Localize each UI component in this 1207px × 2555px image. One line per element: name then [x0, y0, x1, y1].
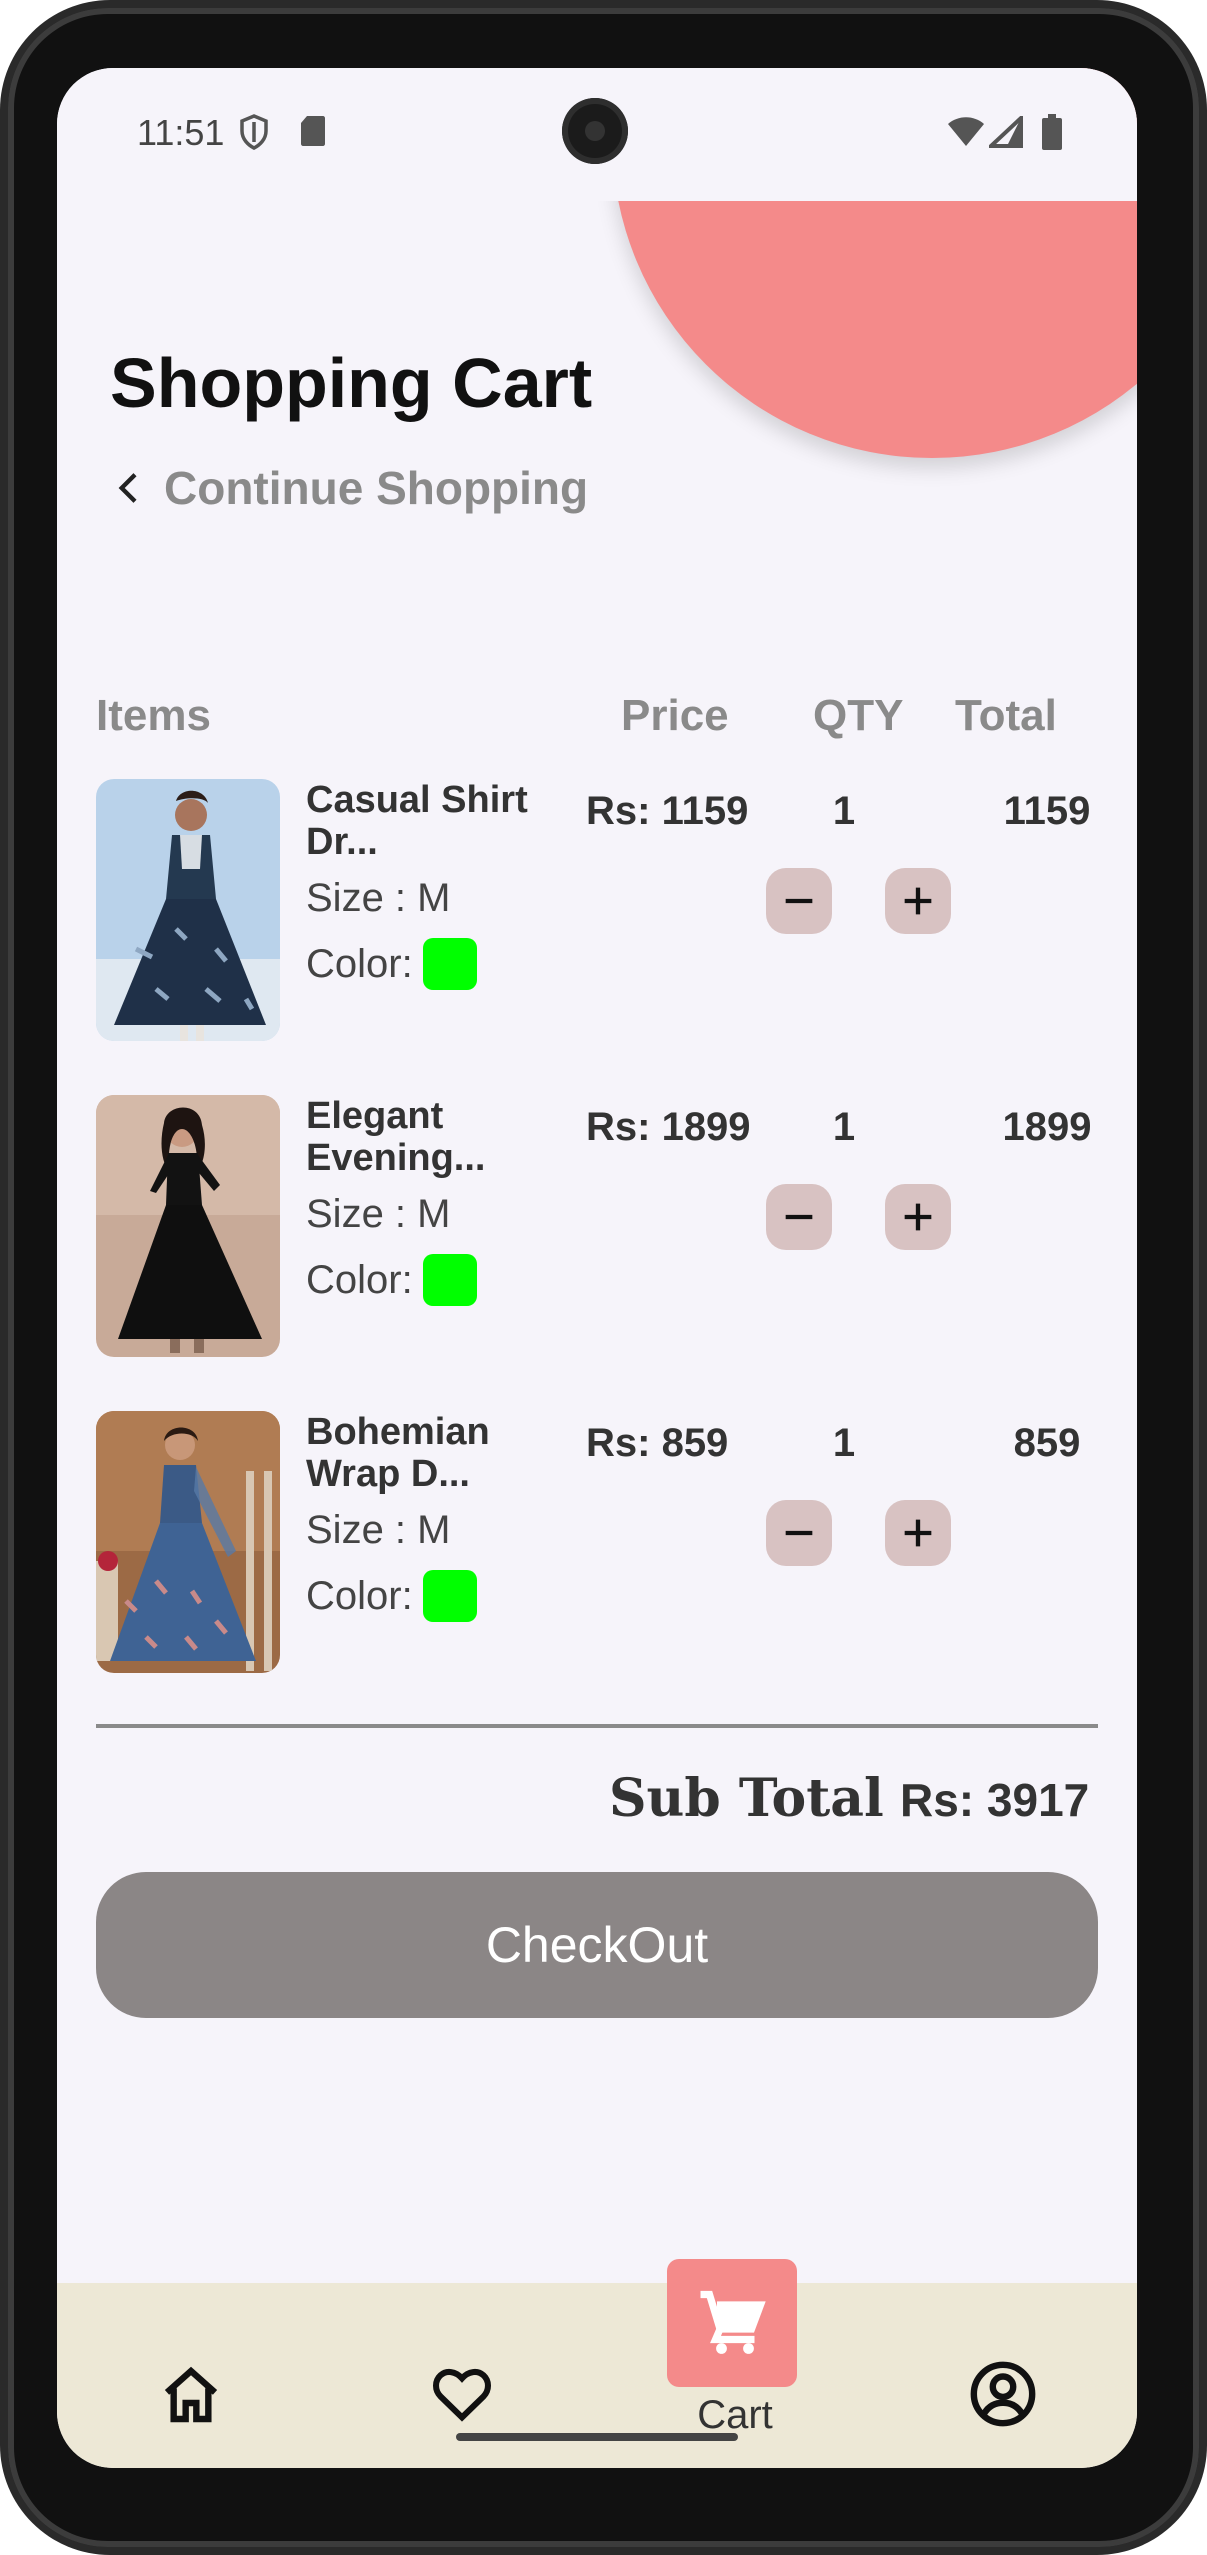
product-color: Color: [306, 938, 477, 990]
product-image[interactable] [96, 779, 280, 1041]
column-header-total: Total [955, 691, 1057, 740]
product-name[interactable]: Bohemian Wrap D... [306, 1411, 566, 1495]
product-total: 1159 [1003, 789, 1091, 833]
minus-icon [785, 1530, 813, 1536]
front-camera [562, 98, 628, 164]
increase-quantity-button[interactable] [885, 1184, 951, 1250]
cart-item: Elegant Evening... Size : M Color: Rs: 1… [96, 1095, 1106, 1357]
increase-quantity-button[interactable] [885, 1500, 951, 1566]
plus-icon [904, 1203, 932, 1231]
column-header-price: Price [621, 691, 729, 740]
product-size: Size : M [306, 1192, 451, 1236]
product-name-line-1: Casual Shirt [306, 779, 528, 821]
color-label: Color: [306, 1257, 413, 1302]
minus-icon [785, 1214, 813, 1220]
status-bar: 11:51 [57, 68, 1137, 198]
column-header-qty: QTY [813, 691, 904, 740]
sd-card-icon [301, 116, 325, 146]
continue-shopping-link[interactable]: Continue Shopping [110, 458, 588, 518]
decrease-quantity-button[interactable] [766, 1500, 832, 1566]
cart-icon [700, 2290, 766, 2354]
product-name-line-2: Evening... [306, 1137, 486, 1179]
product-total: 859 [1013, 1421, 1081, 1465]
plus-icon [904, 887, 932, 915]
minus-icon [785, 898, 813, 904]
product-quantity: 1 [832, 1105, 856, 1149]
product-image[interactable] [96, 1095, 280, 1357]
subtotal-label: Sub Total [609, 1768, 884, 1829]
color-swatch [422, 1570, 477, 1622]
color-swatch [422, 1254, 477, 1306]
product-price: Rs: 859 [586, 1421, 729, 1465]
shield-icon [240, 114, 268, 150]
product-price: Rs: 1899 [586, 1105, 751, 1149]
product-name[interactable]: Elegant Evening... [306, 1095, 566, 1179]
color-label: Color: [306, 941, 413, 986]
home-icon[interactable] [157, 2363, 225, 2427]
page-title: Shopping Cart [110, 344, 593, 422]
gesture-home-bar[interactable] [456, 2433, 738, 2441]
cart-item: Casual Shirt Dr... Size : M Color: Rs: 1… [96, 779, 1106, 1041]
color-swatch [422, 938, 477, 990]
product-total: 1899 [1002, 1105, 1092, 1149]
nav-cart-label: Cart [697, 2393, 773, 2437]
checkout-button[interactable]: CheckOut [96, 1872, 1098, 2018]
continue-shopping-label: Continue Shopping [164, 462, 589, 514]
product-name-line-1: Bohemian [306, 1411, 490, 1453]
product-price: Rs: 1159 [586, 789, 749, 833]
heart-icon[interactable] [426, 2361, 498, 2427]
product-size: Size : M [306, 1508, 451, 1552]
color-label: Color: [306, 1573, 413, 1618]
battery-icon [1042, 114, 1062, 150]
product-name-line-1: Elegant [306, 1095, 444, 1137]
nav-cart-button[interactable] [667, 2259, 797, 2387]
chevron-left-icon [118, 473, 137, 503]
product-quantity: 1 [832, 789, 856, 833]
wifi-icon [948, 117, 984, 146]
plus-icon [904, 1519, 932, 1547]
product-name-line-2: Dr... [306, 821, 378, 863]
phone-frame: 11:51 Shopping Cart Continue Shopping It… [0, 0, 1207, 2555]
product-image[interactable] [96, 1411, 280, 1673]
column-header-items: Items [96, 691, 211, 740]
product-quantity: 1 [832, 1421, 856, 1465]
product-name-line-2: Wrap D... [306, 1453, 470, 1495]
product-color: Color: [306, 1254, 477, 1306]
product-color: Color: [306, 1570, 477, 1622]
increase-quantity-button[interactable] [885, 868, 951, 934]
subtotal-value: Rs: 3917 [900, 1774, 1090, 1826]
divider [96, 1724, 1098, 1728]
signal-icon [989, 116, 1023, 148]
account-icon[interactable] [968, 2359, 1038, 2429]
status-time: 11:51 [137, 112, 225, 153]
product-name[interactable]: Casual Shirt Dr... [306, 779, 566, 863]
product-size: Size : M [306, 876, 451, 920]
decrease-quantity-button[interactable] [766, 1184, 832, 1250]
screen: 11:51 Shopping Cart Continue Shopping It… [57, 68, 1137, 2468]
cart-item: Bohemian Wrap D... Size : M Color: Rs: 8… [96, 1411, 1106, 1673]
decrease-quantity-button[interactable] [766, 868, 832, 934]
